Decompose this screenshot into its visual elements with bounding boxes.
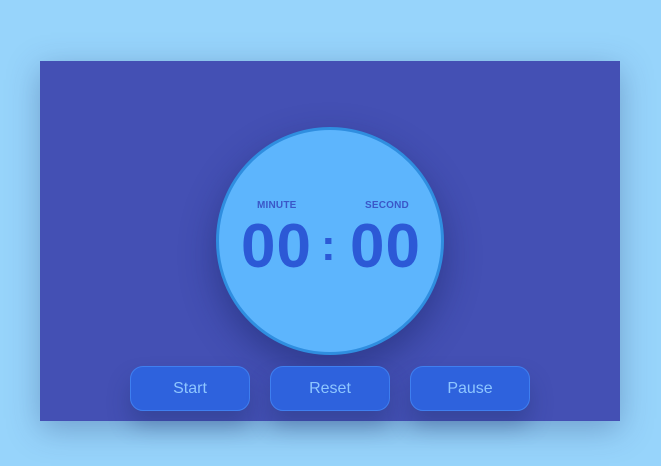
- minute-label: MINUTE: [257, 200, 297, 211]
- second-label: SECOND: [365, 200, 409, 211]
- pause-button[interactable]: Pause: [410, 366, 530, 411]
- start-button[interactable]: Start: [130, 366, 250, 411]
- minutes-display: 00: [241, 212, 312, 281]
- reset-button[interactable]: Reset: [270, 366, 390, 411]
- time-separator: :: [321, 221, 336, 270]
- seconds-display: 00: [350, 212, 421, 281]
